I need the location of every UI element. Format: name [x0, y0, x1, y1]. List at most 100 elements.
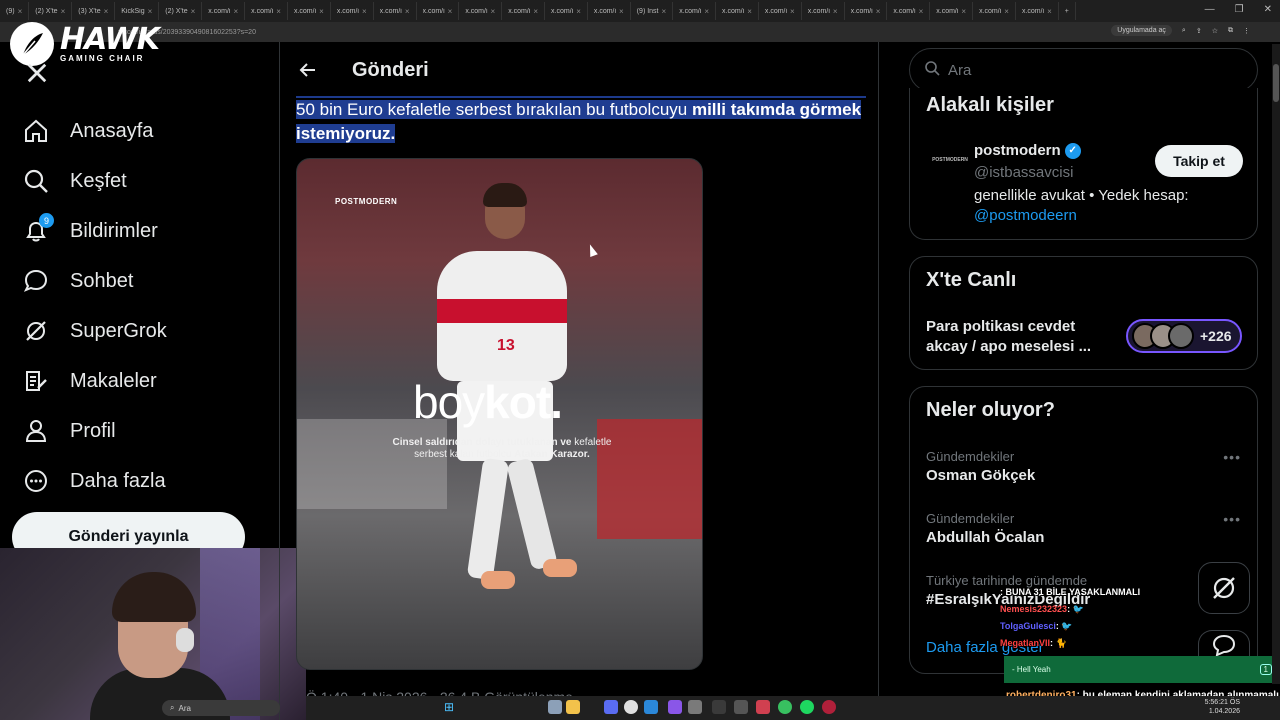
- nav-item-home[interactable]: Anasayfa: [22, 106, 167, 156]
- close-tab-icon[interactable]: ×: [61, 7, 66, 16]
- avatar[interactable]: POSTMODERN: [926, 136, 974, 184]
- close-tab-icon[interactable]: ×: [919, 7, 924, 16]
- post-image[interactable]: POSTMODERN 13 boykot. Cinsel saldırıdan …: [296, 158, 703, 670]
- live-space-title[interactable]: Para poltikası cevdet akcay / apo mesele…: [926, 317, 1116, 357]
- share-icon[interactable]: ⇪: [1196, 27, 1202, 35]
- taskbar-search[interactable]: ⌕ Ara: [162, 700, 280, 716]
- close-tab-icon[interactable]: ×: [876, 7, 881, 16]
- close-tab-icon[interactable]: ×: [362, 7, 367, 16]
- close-tab-icon[interactable]: ×: [662, 7, 667, 16]
- back-arrow-icon[interactable]: [298, 60, 318, 80]
- browser-tab[interactable]: x.com/i ×: [973, 2, 1016, 20]
- browser-tab[interactable]: x.com/i ×: [802, 2, 845, 20]
- close-tab-icon[interactable]: ×: [448, 7, 453, 16]
- open-in-app-button[interactable]: Uygulamada aç: [1111, 25, 1172, 36]
- close-tab-icon[interactable]: ×: [276, 7, 281, 16]
- x-logo-icon[interactable]: [26, 62, 48, 90]
- trend-name[interactable]: Osman Gökçek: [926, 467, 1035, 484]
- new-tab-icon[interactable]: +: [1059, 2, 1076, 20]
- close-tab-icon[interactable]: ×: [319, 7, 324, 16]
- close-tab-icon[interactable]: ×: [704, 7, 709, 16]
- chrome-icon[interactable]: [624, 700, 638, 714]
- user-name-text[interactable]: postmodern: [974, 142, 1061, 159]
- close-tab-icon[interactable]: ×: [233, 7, 238, 16]
- browser-tab[interactable]: x.com/i ×: [930, 2, 974, 20]
- spotify-icon[interactable]: [800, 700, 814, 714]
- close-tab-icon[interactable]: ×: [1004, 7, 1009, 16]
- close-tab-icon[interactable]: ×: [104, 7, 109, 16]
- restore-icon[interactable]: ❐: [1235, 4, 1244, 15]
- close-tab-icon[interactable]: ×: [961, 7, 966, 16]
- menu-dots-icon[interactable]: ⋮: [1243, 27, 1250, 35]
- scrollbar-thumb[interactable]: [1273, 64, 1279, 102]
- zoom-icon[interactable]: ⌕: [1182, 27, 1186, 35]
- close-window-icon[interactable]: ✕: [1264, 4, 1272, 15]
- user-name[interactable]: postmodern ✓: [974, 142, 1081, 159]
- browser-tab[interactable]: KickSig ×: [115, 2, 160, 20]
- bio-link[interactable]: @postmodeern: [974, 207, 1077, 224]
- browser-tab[interactable]: x.com/i ×: [716, 2, 759, 20]
- close-tab-icon[interactable]: ×: [833, 7, 838, 16]
- browser-tab[interactable]: x.com/i ×: [202, 2, 246, 20]
- close-tab-icon[interactable]: ×: [18, 7, 23, 16]
- browser-tab[interactable]: x.com/i ×: [759, 2, 802, 20]
- close-tab-icon[interactable]: ×: [576, 7, 581, 16]
- extensions-icon[interactable]: ⧉: [1228, 27, 1233, 35]
- browser-tab[interactable]: x.com/i ×: [588, 2, 631, 20]
- browser-tab[interactable]: (9) ×: [0, 2, 30, 20]
- browser-tab[interactable]: x.com/i ×: [1016, 2, 1059, 20]
- browser-tab[interactable]: (9) Inst ×: [631, 2, 674, 20]
- close-tab-icon[interactable]: ×: [1047, 7, 1052, 16]
- trend-name[interactable]: Abdullah Öcalan: [926, 529, 1044, 546]
- close-tab-icon[interactable]: ×: [191, 7, 196, 16]
- more-dots-icon[interactable]: •••: [1223, 511, 1241, 527]
- close-tab-icon[interactable]: ×: [790, 7, 795, 16]
- file-explorer-icon[interactable]: [566, 700, 580, 714]
- discord-icon[interactable]: [604, 700, 618, 714]
- browser-tab[interactable]: (2) X'te ×: [159, 2, 203, 20]
- browser-tab[interactable]: x.com/i ×: [887, 2, 931, 20]
- app-icon[interactable]: [712, 700, 726, 714]
- browser-tab[interactable]: x.com/i ×: [288, 2, 331, 20]
- search-input[interactable]: Ara: [909, 48, 1258, 92]
- follow-button[interactable]: Takip et: [1155, 145, 1243, 177]
- nav-item-supergrok[interactable]: SuperGrok: [22, 306, 167, 356]
- user-handle[interactable]: @istbassavcisi: [974, 164, 1073, 181]
- app-icon[interactable]: [822, 700, 836, 714]
- close-tab-icon[interactable]: ×: [747, 7, 752, 16]
- browser-tab[interactable]: x.com/i ×: [417, 2, 460, 20]
- address-bar[interactable]: x.com/i/status/2039339049081602253?s=20: [0, 22, 1280, 42]
- browser-tab[interactable]: x.com/i ×: [459, 2, 503, 20]
- browser-tab[interactable]: x.com/i ×: [245, 2, 288, 20]
- page-scrollbar[interactable]: [1272, 44, 1280, 684]
- start-menu-icon[interactable]: ⊞: [444, 700, 454, 714]
- app-icon[interactable]: [756, 700, 770, 714]
- nav-item-explore[interactable]: Keşfet: [22, 156, 167, 206]
- app-icon[interactable]: [688, 700, 702, 714]
- browser-tab[interactable]: x.com/i ×: [545, 2, 588, 20]
- browser-tab[interactable]: (2) X'te ×: [29, 2, 73, 20]
- browser-tab[interactable]: x.com/i ×: [374, 2, 417, 20]
- close-tab-icon[interactable]: ×: [148, 7, 153, 16]
- taskbar-app-icon[interactable]: [548, 700, 562, 714]
- close-tab-icon[interactable]: ×: [619, 7, 624, 16]
- nav-item-notifications[interactable]: 9 Bildirimler: [22, 206, 167, 256]
- taskbar-clock[interactable]: 5:56:21 ÖS 1.04.2026: [1205, 698, 1240, 716]
- minimize-icon[interactable]: —: [1205, 4, 1215, 15]
- twitch-icon[interactable]: [668, 700, 682, 714]
- nav-item-profile[interactable]: Profil: [22, 406, 167, 456]
- close-tab-icon[interactable]: ×: [491, 7, 496, 16]
- browser-tab[interactable]: x.com/i ×: [845, 2, 888, 20]
- edge-icon[interactable]: [644, 700, 658, 714]
- bookmark-star-icon[interactable]: ☆: [1212, 27, 1218, 35]
- browser-tab[interactable]: x.com/i ×: [673, 2, 717, 20]
- browser-tab[interactable]: x.com/i ×: [502, 2, 546, 20]
- close-tab-icon[interactable]: ×: [533, 7, 538, 16]
- live-listeners-pill[interactable]: +226: [1126, 319, 1242, 353]
- browser-tab[interactable]: x.com/i ×: [331, 2, 374, 20]
- close-tab-icon[interactable]: ×: [405, 7, 410, 16]
- more-dots-icon[interactable]: •••: [1223, 449, 1241, 465]
- nav-item-articles[interactable]: Makaleler: [22, 356, 167, 406]
- app-icon[interactable]: [734, 700, 748, 714]
- kick-icon[interactable]: [778, 700, 792, 714]
